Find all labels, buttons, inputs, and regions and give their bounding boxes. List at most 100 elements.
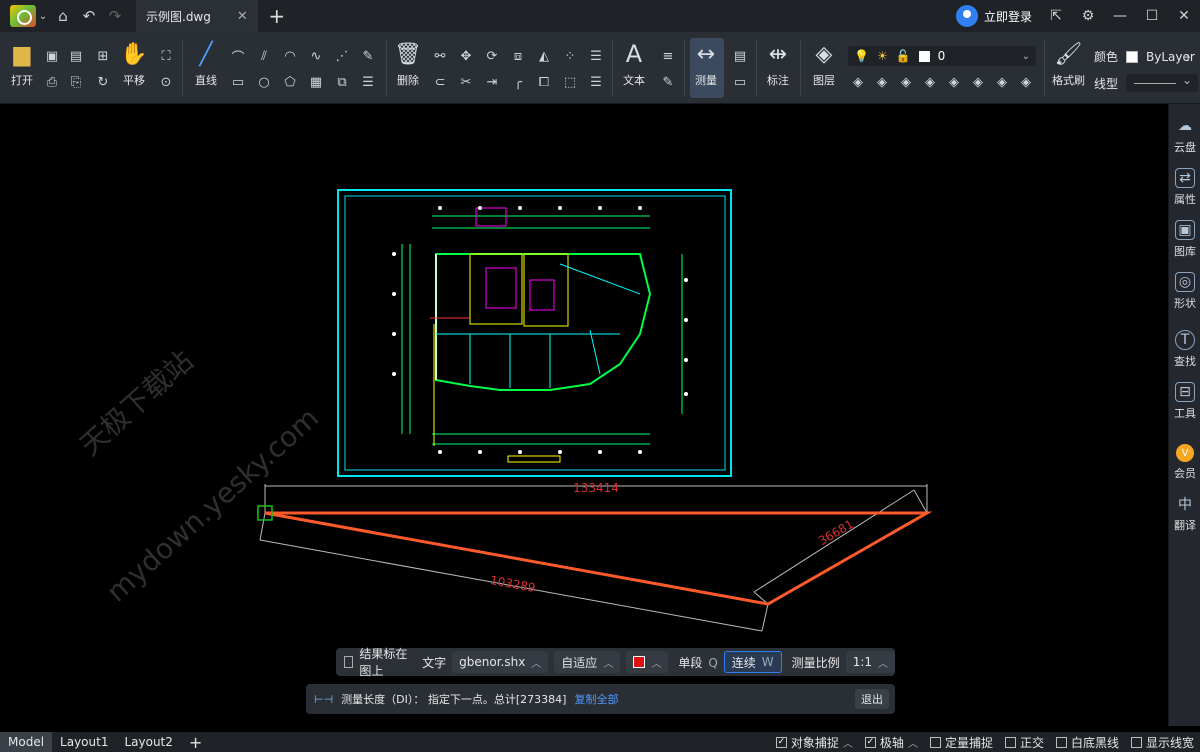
tab-model[interactable]: Model: [0, 732, 53, 752]
spline-icon[interactable]: ∿: [306, 46, 326, 66]
text-button[interactable]: A 文本: [620, 40, 648, 88]
layer-tool-6-icon[interactable]: ◈: [968, 72, 988, 92]
close-tab-icon[interactable]: ✕: [237, 9, 248, 24]
copy-icon[interactable]: ⚯: [430, 46, 450, 66]
layer-tool-1-icon[interactable]: ◈: [848, 72, 868, 92]
arc-icon[interactable]: ◠: [280, 46, 300, 66]
toggle-ortho[interactable]: 正交: [1004, 734, 1044, 751]
drawing-canvas[interactable]: 133414 103289 36681 天极下载站 mydown.yesky.c…: [0, 104, 1168, 726]
exit-button[interactable]: 退出: [855, 689, 889, 709]
scale-icon[interactable]: ⧈: [508, 46, 528, 66]
polyline-icon[interactable]: ⌒: [228, 46, 248, 66]
app-logo-icon[interactable]: [10, 5, 36, 27]
save-as-icon[interactable]: ▤: [66, 46, 86, 66]
sidebar-item-gallery[interactable]: ▣ 图库: [1169, 220, 1200, 259]
ribbon-more-icon[interactable]: ›: [1186, 50, 1191, 64]
parallel-lines-icon[interactable]: ⫽: [254, 46, 274, 66]
stretch-icon[interactable]: ⬚: [560, 72, 580, 92]
layer-tool-4-icon[interactable]: ◈: [920, 72, 940, 92]
toggle-line-weight[interactable]: 显示线宽: [1130, 734, 1194, 751]
sidebar-item-shapes[interactable]: ◎ 形状: [1169, 272, 1200, 311]
save-icon[interactable]: ▣: [42, 46, 62, 66]
dimension-button[interactable]: ⇹ 标注: [764, 40, 792, 88]
edit-text-icon[interactable]: ✎: [658, 72, 678, 92]
sketch-icon[interactable]: ✎: [358, 46, 378, 66]
scale-dropdown[interactable]: 1:1 ︿: [845, 651, 895, 673]
maximize-icon[interactable]: ☐: [1136, 8, 1168, 24]
block-icon[interactable]: ⧉: [332, 72, 352, 92]
toggle-white-background[interactable]: 白底黑线: [1055, 734, 1119, 751]
mark-on-layer-checkbox[interactable]: [344, 656, 354, 668]
rectangle-icon[interactable]: ▭: [228, 72, 248, 92]
new-tab-button[interactable]: +: [266, 4, 288, 28]
layer-tool-7-icon[interactable]: ◈: [992, 72, 1012, 92]
sidebar-item-cloud[interactable]: ☁ 云盘: [1169, 116, 1200, 155]
adaptive-dropdown[interactable]: 自适应 ︿: [554, 651, 621, 673]
delete-button[interactable]: 🗑 删除: [394, 40, 422, 88]
sidebar-item-translate[interactable]: 中 翻译: [1169, 494, 1200, 533]
mirror-icon[interactable]: ◭: [534, 46, 554, 66]
move-icon[interactable]: ✥: [456, 46, 476, 66]
copy-all-link[interactable]: 复制全部: [574, 691, 618, 707]
login-link[interactable]: 立即登录: [984, 8, 1032, 25]
more-edit-icon[interactable]: ☰: [586, 72, 606, 92]
more-draw-icon[interactable]: ☰: [358, 72, 378, 92]
minimize-icon[interactable]: —: [1104, 8, 1136, 24]
format-brush-button[interactable]: 🖌 格式刷: [1052, 40, 1085, 88]
region-icon[interactable]: ▦: [306, 72, 326, 92]
measure-angle-icon[interactable]: ▭: [730, 72, 750, 92]
layer-tool-3-icon[interactable]: ◈: [896, 72, 916, 92]
new-file-icon[interactable]: ⊞: [93, 46, 113, 66]
color-row[interactable]: 颜色 ByLayer: [1094, 48, 1195, 65]
print-icon[interactable]: ⎙: [42, 72, 62, 92]
home-icon[interactable]: ⌂: [50, 3, 76, 29]
rotate-icon[interactable]: ⟳: [482, 46, 502, 66]
line-button[interactable]: ╱ 直线: [192, 40, 220, 88]
settings-gear-icon[interactable]: ⚙: [1072, 8, 1104, 24]
array-icon[interactable]: ⁘: [560, 46, 580, 66]
chevron-up-icon[interactable]: ︿: [908, 735, 918, 750]
open-button[interactable]: ▆ 打开: [8, 40, 36, 88]
hatch-icon[interactable]: ⋰: [332, 46, 352, 66]
undo-icon[interactable]: ↶: [76, 3, 102, 29]
measure-button[interactable]: ↔ 测量: [692, 40, 720, 88]
circle-icon[interactable]: ○: [254, 72, 274, 92]
explode-icon[interactable]: ⧠: [534, 72, 554, 92]
sidebar-item-vip[interactable]: V 会员: [1169, 444, 1200, 481]
layer-tool-8-icon[interactable]: ◈: [1016, 72, 1036, 92]
layer-button[interactable]: ◈ 图层: [810, 40, 838, 88]
toggle-fixed-snap[interactable]: 定量捕捉: [929, 734, 993, 751]
tab-layout2[interactable]: Layout2: [116, 732, 180, 752]
sidebar-item-tools[interactable]: ⊟ 工具: [1169, 382, 1200, 421]
share-icon[interactable]: ⇱: [1040, 8, 1072, 24]
polygon-icon[interactable]: ⬠: [280, 72, 300, 92]
measure-area-icon[interactable]: ▤: [730, 46, 750, 66]
offset-icon[interactable]: ⊂: [430, 72, 450, 92]
sidebar-item-properties[interactable]: ⇄ 属性: [1169, 168, 1200, 207]
linetype-row[interactable]: 线型: [1094, 73, 1199, 92]
chevron-up-icon[interactable]: ︿: [843, 735, 853, 750]
single-segment-option[interactable]: 单段 Q: [678, 654, 717, 671]
tab-document[interactable]: 示例图.dwg ✕: [136, 0, 258, 32]
trim-icon[interactable]: ✂: [456, 72, 476, 92]
text-color-dropdown[interactable]: ︿: [626, 651, 669, 673]
font-dropdown[interactable]: gbenor.shx ︿: [452, 651, 549, 673]
redo-icon[interactable]: ↷: [102, 3, 128, 29]
close-icon[interactable]: ✕: [1168, 8, 1200, 24]
extend-icon[interactable]: ⇥: [482, 72, 502, 92]
more-modify-icon[interactable]: ☰: [586, 46, 606, 66]
refresh-icon[interactable]: ↻: [93, 72, 113, 92]
text-style-icon[interactable]: ≡: [658, 46, 678, 66]
toggle-object-snap[interactable]: ✓ 对象捕捉 ︿: [775, 734, 853, 751]
sidebar-item-search[interactable]: T 查找: [1169, 330, 1200, 369]
layer-dropdown[interactable]: 💡 ☀ 🔓 0 ⌄: [848, 46, 1036, 66]
toggle-polar[interactable]: ✓ 极轴 ︿: [864, 734, 918, 751]
add-layout-button[interactable]: +: [181, 732, 210, 752]
linetype-dropdown[interactable]: [1126, 73, 1199, 92]
chevron-down-icon[interactable]: ⌄: [36, 3, 50, 29]
command-line[interactable]: ⊢⊣ 测量长度（DI）： 指定下一点。总计[273384] 复制全部 退出: [306, 684, 895, 714]
pdf-icon[interactable]: ⎘: [66, 72, 86, 92]
layer-tool-5-icon[interactable]: ◈: [944, 72, 964, 92]
continuous-option[interactable]: 连续 W: [723, 651, 782, 673]
zoom-window-icon[interactable]: ⊙: [156, 72, 176, 92]
